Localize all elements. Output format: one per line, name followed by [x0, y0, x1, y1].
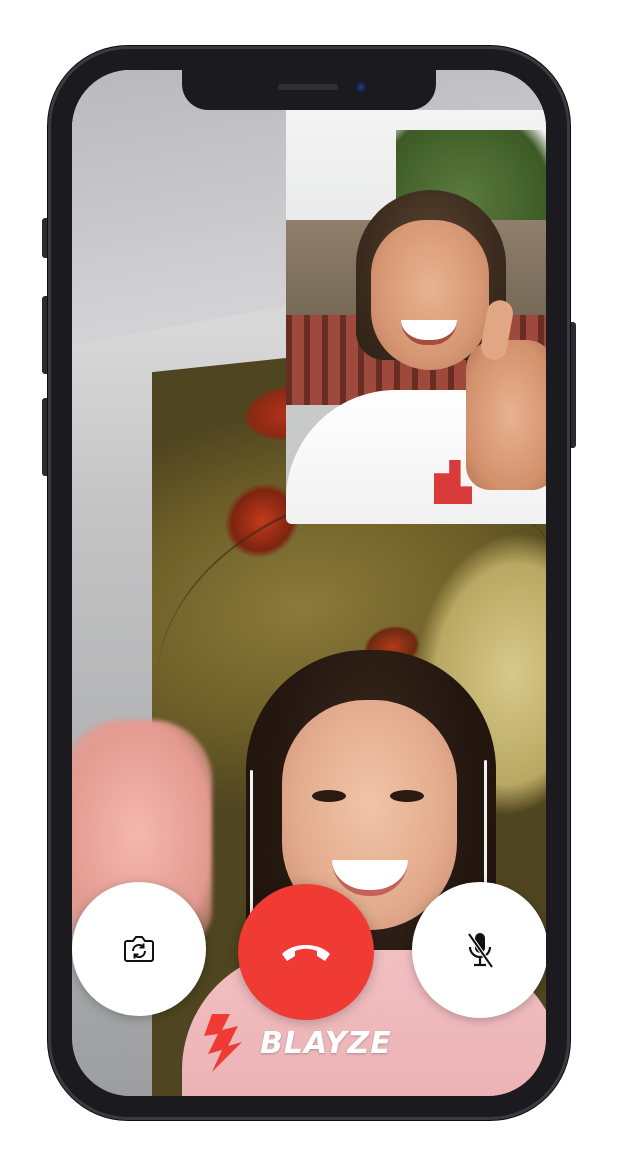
notch	[182, 70, 436, 110]
flip-camera-button[interactable]	[72, 882, 206, 1016]
self-participant	[286, 190, 546, 524]
participant-eye	[390, 790, 424, 802]
video-call-screen: BLAYZE	[72, 70, 546, 1096]
phone-hangup-icon	[282, 945, 330, 961]
end-call-button[interactable]	[238, 884, 374, 1020]
self-smile	[401, 320, 457, 345]
earpiece-speaker	[278, 84, 338, 90]
participant-smile	[332, 860, 408, 896]
thumbs-up-hand	[466, 340, 546, 490]
flip-camera-icon	[124, 936, 154, 962]
blayze-flame-icon	[204, 1014, 242, 1072]
front-camera	[354, 80, 368, 94]
brand-logo: BLAYZE	[198, 1010, 392, 1076]
participant-eye	[312, 790, 346, 802]
mute-button[interactable]	[412, 882, 546, 1018]
brand-name: BLAYZE	[260, 1025, 392, 1061]
self-view-pip[interactable]	[286, 110, 546, 524]
self-face	[371, 220, 489, 370]
microphone-muted-icon	[467, 932, 494, 969]
